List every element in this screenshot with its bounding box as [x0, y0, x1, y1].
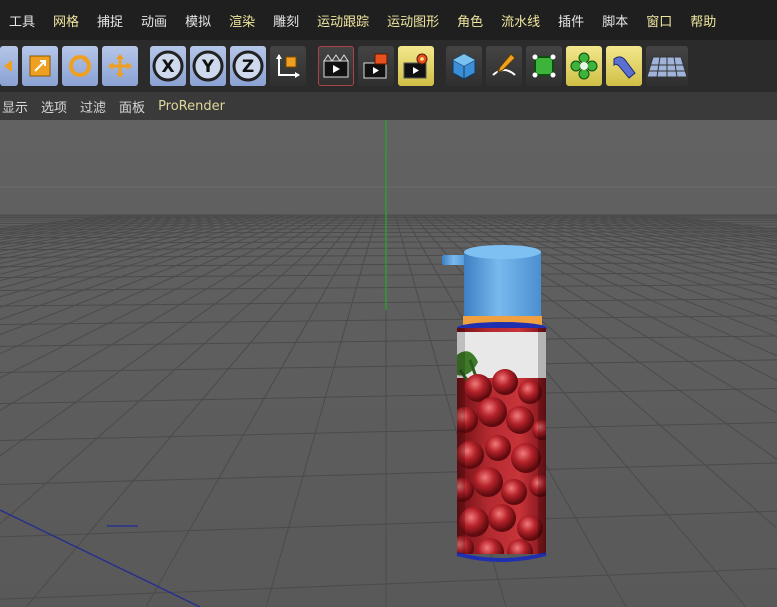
- menu-window[interactable]: 窗口: [637, 11, 681, 30]
- menu-plugins[interactable]: 插件: [549, 11, 593, 30]
- menu-mograph[interactable]: 运动图形: [378, 11, 448, 30]
- menu-simulate[interactable]: 模拟: [176, 11, 220, 30]
- viewport-menu-prorender[interactable]: ProRender: [156, 99, 236, 114]
- render-settings-icon[interactable]: [398, 46, 434, 86]
- scale-icon[interactable]: [22, 46, 58, 86]
- z-axis-lock-icon[interactable]: Z: [230, 46, 266, 86]
- viewport-menu-filter[interactable]: 过滤: [78, 97, 117, 116]
- menu-bar: 工具 网格 捕捉 动画 模拟 渲染 雕刻 运动跟踪 运动图形 角色 流水线 插件…: [0, 0, 777, 40]
- viewport-menu-display[interactable]: 显示: [0, 97, 39, 116]
- viewport-menu-panel[interactable]: 面板: [117, 97, 156, 116]
- menu-snap[interactable]: 捕捉: [88, 11, 132, 30]
- menu-character[interactable]: 角色: [448, 11, 492, 30]
- move-arrow-icon[interactable]: [0, 46, 18, 86]
- menu-tools[interactable]: 工具: [0, 11, 44, 30]
- viewport-menu-options[interactable]: 选项: [39, 97, 78, 116]
- cube-icon[interactable]: [446, 46, 482, 86]
- menu-sculpt[interactable]: 雕刻: [264, 11, 308, 30]
- cherry-label: [457, 332, 546, 554]
- menu-render[interactable]: 渲染: [220, 11, 264, 30]
- 3d-viewport[interactable]: [0, 120, 777, 607]
- rotate-icon[interactable]: [62, 46, 98, 86]
- x-axis-lock-icon[interactable]: X: [150, 46, 186, 86]
- bottle-cap: [464, 252, 541, 316]
- menu-pipeline[interactable]: 流水线: [492, 11, 549, 30]
- pen-spline-icon[interactable]: [486, 46, 522, 86]
- y-axis-label: Y: [201, 57, 215, 77]
- z-axis-label: Z: [242, 57, 254, 77]
- bend-deformer-icon[interactable]: [606, 46, 642, 86]
- move-icon[interactable]: [102, 46, 138, 86]
- subdivision-surface-icon[interactable]: [526, 46, 562, 86]
- menu-animate[interactable]: 动画: [132, 11, 176, 30]
- render-view-icon[interactable]: [318, 46, 354, 86]
- render-to-picture-viewer-icon[interactable]: [358, 46, 394, 86]
- menu-help[interactable]: 帮助: [681, 11, 725, 30]
- floor-icon[interactable]: [646, 46, 688, 86]
- coordinate-system-icon[interactable]: [270, 46, 306, 86]
- x-axis-label: X: [161, 57, 174, 77]
- cloner-icon[interactable]: [566, 46, 602, 86]
- menu-script[interactable]: 脚本: [593, 11, 637, 30]
- toolbar: X Y Z: [0, 40, 777, 92]
- y-axis-lock-icon[interactable]: Y: [190, 46, 226, 86]
- menu-motion-tracking[interactable]: 运动跟踪: [308, 11, 378, 30]
- menu-mesh[interactable]: 网格: [44, 11, 88, 30]
- viewport-background: [0, 120, 777, 607]
- viewport-menu-bar: 显示 选项 过滤 面板 ProRender: [0, 92, 777, 120]
